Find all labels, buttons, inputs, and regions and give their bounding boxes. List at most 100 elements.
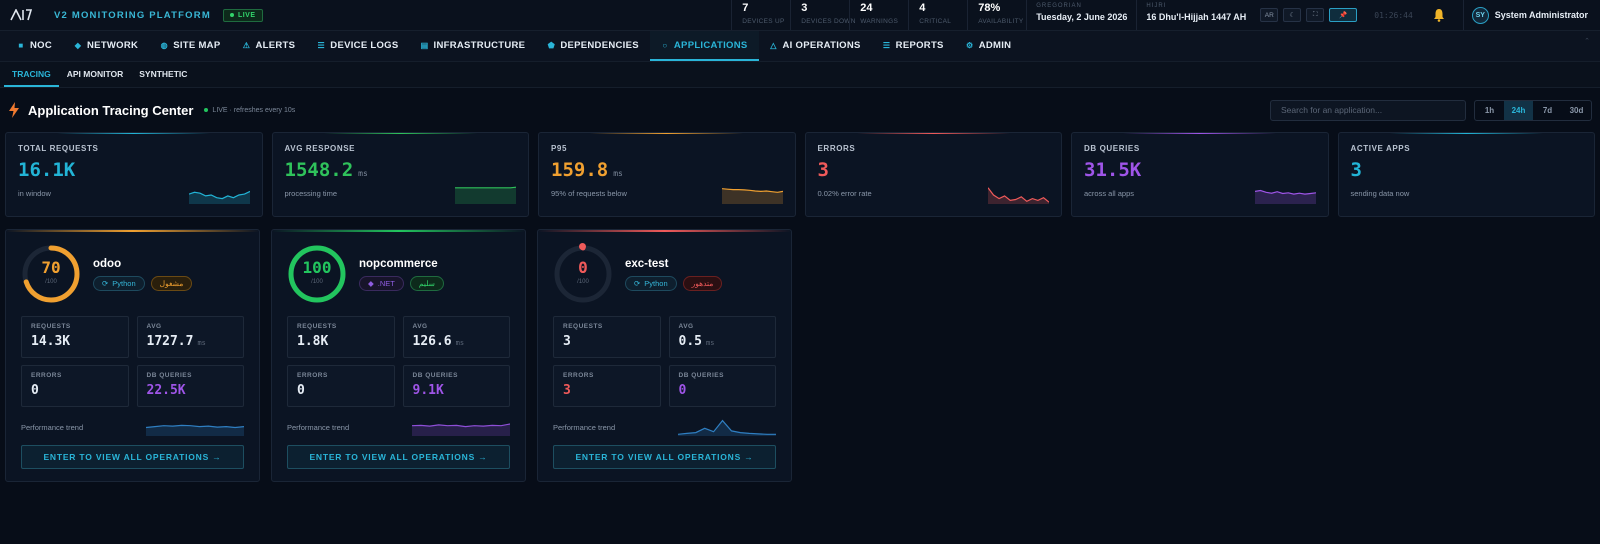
kpi-sparkline (721, 188, 783, 204)
kpi-accent-line (856, 133, 1010, 134)
nav-item-infrastructure[interactable]: ▤ INFRASTRUCTURE (410, 31, 537, 61)
metric-label: ERRORS (563, 372, 594, 379)
kpi-accent-line (323, 133, 477, 134)
nav-item-applications[interactable]: ○ APPLICATIONS (649, 31, 759, 61)
list-icon: ☰ (317, 40, 326, 50)
tab-tracing[interactable]: TRACING (4, 62, 59, 87)
metric-value-text: 0 (31, 383, 39, 398)
app-name: exc-test (625, 257, 669, 270)
metric-label: DB QUERIES (412, 372, 458, 379)
fullscreen-icon[interactable]: ⛶ (1306, 8, 1325, 22)
metric-value: 14.3K (31, 334, 119, 349)
trend-label: Performance trend (553, 422, 616, 432)
metric-value: 22.5K (147, 383, 235, 398)
tab-synthetic[interactable]: SYNTHETIC (131, 62, 195, 87)
status-stat: 24 WARNINGS (849, 0, 908, 30)
more-icon[interactable]: ⌃ (1584, 37, 1590, 45)
stat-value: 3 (801, 2, 808, 14)
kpi-label: P95 (551, 144, 568, 153)
metrics-grid: REQUESTS 3 AVG 0.5 ms ERRORS 3 DB QUERIES 0 (553, 316, 776, 407)
kpi-value-text: 3 (1350, 159, 1362, 181)
metrics-grid: REQUESTS 1.8K AVG 126.6 ms ERRORS 0 DB QUERIES 9… (287, 316, 510, 407)
logo-icon (10, 9, 32, 21)
status-badge: متدهور (682, 275, 723, 291)
kpi-card: ACTIVE APPS 3 sending data now (1337, 132, 1595, 217)
card-accent-line (538, 230, 791, 232)
kpi-card: ERRORS 3 0.02% error rate (804, 132, 1062, 217)
kpi-label: ERRORS (817, 144, 856, 153)
metric-value-text: 0.5 (678, 334, 702, 349)
metric-unit: ms (197, 339, 206, 347)
hijri-date: HIJRI 16 Dhu'l-Hijjah 1447 AH (1136, 0, 1255, 30)
user-menu[interactable]: SY System Administrator (1462, 0, 1600, 30)
gear-icon: ⚙ (965, 40, 974, 50)
theme-toggle-icon[interactable]: ☾ (1283, 8, 1302, 22)
tab-api-monitor[interactable]: API MONITOR (59, 62, 132, 87)
app-tags: ⟳ Python مشغول (93, 275, 193, 291)
page-header: Application Tracing Center LIVE · refres… (0, 88, 1600, 132)
grid-icon: ■ (18, 40, 24, 50)
enter-operations-button[interactable]: ENTER TO VIEW ALL OPERATIONS → (21, 445, 244, 469)
range-30d[interactable]: 30d (1562, 101, 1591, 120)
app-card[interactable]: 100/100 nopcommerce ◆ .NET سليم REQUESTS 1.8K A… (271, 229, 526, 482)
kpi-value: 159.8 ms (551, 159, 783, 181)
nav-item-reports[interactable]: ☰ REPORTS (872, 31, 955, 61)
range-7d[interactable]: 7d (1533, 101, 1562, 120)
metric-requests: REQUESTS 14.3K (21, 316, 129, 358)
kpi-accent-line (1123, 133, 1277, 134)
performance-trend: Performance trend (21, 418, 244, 436)
pin-icon[interactable]: 📌 (1329, 8, 1358, 22)
metric-requests: REQUESTS 3 (553, 316, 661, 358)
language-button[interactable]: AR (1260, 8, 1279, 22)
network-icon: ⬟ (547, 40, 555, 50)
card-header: 100/100 nopcommerce ◆ .NET سليم (287, 244, 510, 304)
kpi-value: 3 (1351, 159, 1583, 181)
bell-icon[interactable] (1431, 7, 1447, 23)
nav-item-label: ADMIN (978, 39, 1012, 51)
nav-item-label: DEPENDENCIES (560, 39, 639, 51)
nav-item-dependencies[interactable]: ⬟ DEPENDENCIES (536, 31, 650, 61)
trend-label: Performance trend (287, 422, 350, 432)
card-header: 0/100 exc-test ⟳ Python متدهور (553, 243, 776, 304)
kpi-card: DB QUERIES 31.5K across all apps (1071, 132, 1329, 217)
metric-value: 0 (297, 383, 385, 398)
metric-value-text: 3 (563, 334, 571, 349)
nav-item-ai-operations[interactable]: △ AI OPERATIONS (759, 31, 872, 61)
list-icon: ☰ (882, 40, 891, 50)
metric-value: 126.6 ms (413, 334, 501, 349)
range-1h[interactable]: 1h (1475, 101, 1504, 120)
nav-item-label: AI OPERATIONS (782, 39, 861, 51)
app-info: nopcommerce ◆ .NET سليم (359, 258, 444, 291)
search-input[interactable] (1270, 99, 1466, 121)
metric-db: DB QUERIES 0 (668, 365, 776, 407)
brand-title: V2 MONITORING PLATFORM (54, 9, 211, 21)
metric-db: DB QUERIES 22.5K (136, 365, 244, 407)
nav-item-site-map[interactable]: ◍ SITE MAP (149, 31, 231, 61)
metric-value: 3 (563, 334, 651, 349)
nav-item-network[interactable]: ◆ NETWORK (63, 31, 149, 61)
app-info: odoo ⟳ Python مشغول (93, 258, 193, 291)
status-stat: 7 DEVICES UP (731, 0, 790, 30)
metric-value-text: 1.8K (297, 334, 329, 349)
logo (0, 0, 42, 30)
nav-item-device-logs[interactable]: ☰ DEVICE LOGS (306, 31, 409, 61)
performance-trend: Performance trend (553, 418, 776, 436)
app-tags: ⟳ Python متدهور (625, 275, 723, 291)
range-24h[interactable]: 24h (1504, 100, 1533, 120)
nav-item-label: NETWORK (87, 39, 139, 51)
sparkline-area (988, 187, 1049, 204)
stat-label: CRITICAL (919, 18, 952, 25)
metric-label: AVG (146, 323, 162, 330)
metric-requests: REQUESTS 1.8K (287, 316, 395, 358)
nav-item-alerts[interactable]: ⚠ ALERTS (231, 31, 306, 61)
app-card[interactable]: 70/100 odoo ⟳ Python مشغول REQUESTS 14.3K AVG 17… (5, 229, 260, 482)
app-info: exc-test ⟳ Python متدهور (625, 257, 723, 291)
app-card[interactable]: 0/100 exc-test ⟳ Python متدهور REQUESTS 3 AVG 0.… (537, 229, 792, 482)
language-label: Python (644, 278, 668, 288)
enter-operations-button[interactable]: ENTER TO VIEW ALL OPERATIONS → (553, 445, 776, 469)
language-tag: ⟳ Python (93, 275, 145, 291)
enter-operations-button[interactable]: ENTER TO VIEW ALL OPERATIONS → (287, 445, 510, 469)
nav-item-admin[interactable]: ⚙ ADMIN (955, 31, 1023, 61)
nav-item-noc[interactable]: ■ NOC (6, 31, 63, 61)
nav-item-label: SITE MAP (173, 39, 221, 51)
